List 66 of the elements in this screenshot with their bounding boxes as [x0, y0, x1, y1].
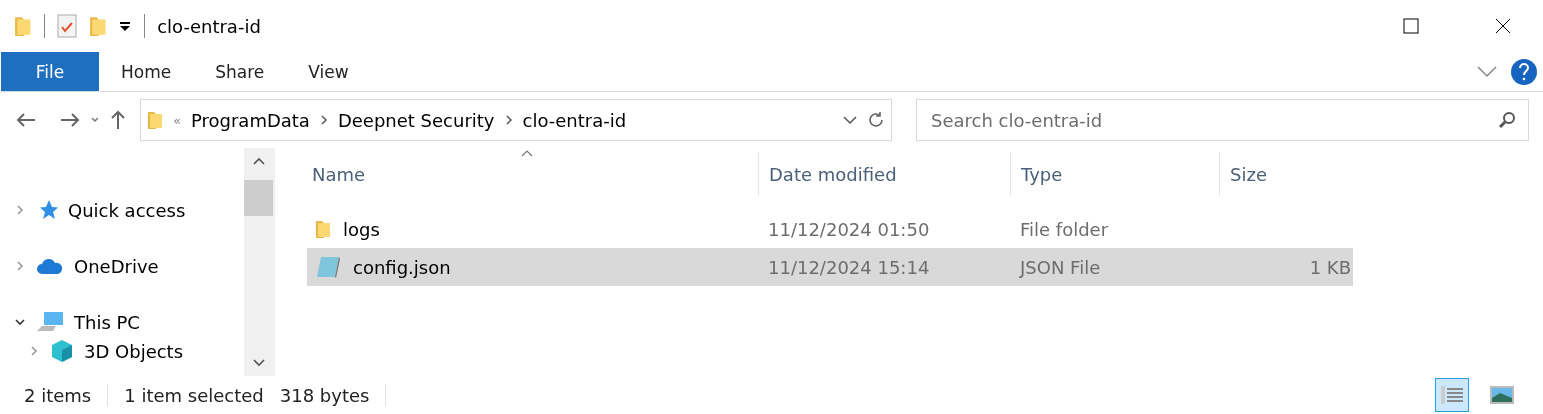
overflow-indicator[interactable]: «: [173, 112, 181, 128]
nav-item[interactable]: OneDrive: [74, 255, 159, 277]
scroll-down-icon[interactable]: [252, 358, 266, 368]
file-detail: 1 KB: [1309, 256, 1351, 278]
column-header[interactable]: Size: [1219, 152, 1359, 196]
nav-item[interactable]: This PC: [74, 311, 140, 333]
collapse-chevron-icon[interactable]: [14, 316, 26, 328]
file-detail: JSON File: [1020, 256, 1101, 278]
scroll-thumb[interactable]: [244, 180, 273, 216]
back-icon[interactable]: [16, 112, 36, 128]
breadcrumb-chevron-icon[interactable]: [504, 114, 513, 126]
column-header[interactable]: Name: [307, 152, 758, 196]
ribbon-tab[interactable]: Share: [193, 52, 287, 91]
file-detail: File folder: [1020, 218, 1109, 240]
breadcrumb[interactable]: ProgramData: [190, 109, 310, 131]
search-box[interactable]: Search clo-entra-id: [916, 99, 1529, 141]
item-count: 2 items: [24, 384, 92, 406]
search-field[interactable]: Search clo-entra-id: [929, 108, 1498, 132]
column-header[interactable]: Date modified: [758, 152, 1010, 196]
file-detail: 11/12/2024 01:50: [768, 218, 930, 240]
search-icon: [1498, 111, 1516, 129]
maximize-icon: [1403, 18, 1419, 34]
dropdown-icon[interactable]: [118, 20, 133, 32]
nav-item[interactable]: Quick access: [68, 199, 186, 221]
up-icon[interactable]: [110, 110, 126, 130]
folder-icon: [88, 15, 107, 37]
scrollbar[interactable]: [244, 148, 274, 376]
refresh-icon[interactable]: [867, 111, 885, 129]
ribbon-tab[interactable]: Home: [99, 52, 194, 91]
folder-icon: [147, 110, 163, 130]
file-row[interactable]: logs 11/12/2024 01:50 File folder: [307, 210, 1353, 248]
scroll-up-icon[interactable]: [252, 156, 266, 166]
landscape-thumbnail-icon: [1490, 386, 1514, 404]
ribbon-tab[interactable]: File: [1, 52, 99, 91]
expand-ribbon-icon[interactable]: [1477, 65, 1497, 78]
column-header[interactable]: Type: [1010, 152, 1219, 196]
file-row[interactable]: config.json 11/12/2024 15:14 JSON File 1 KB: [307, 248, 1353, 286]
close-icon: [1495, 18, 1511, 34]
selection-info: 1 item selected: [124, 384, 264, 406]
address-dropdown-icon[interactable]: [843, 115, 857, 125]
notepad-icon: [315, 256, 341, 278]
forward-icon[interactable]: [60, 112, 80, 128]
computer-icon: [36, 311, 64, 333]
details-view-icon: [1440, 384, 1464, 406]
window-title: clo-entra-id: [157, 15, 262, 37]
folder-icon: [14, 15, 32, 37]
nav-item[interactable]: 3D Objects: [84, 340, 184, 362]
cube-icon: [50, 339, 74, 363]
breadcrumb-chevron-icon[interactable]: [319, 114, 328, 126]
expand-chevron-icon[interactable]: [14, 204, 26, 216]
breadcrumb[interactable]: Deepnet Security: [337, 109, 495, 131]
cloud-icon: [36, 257, 64, 275]
help-icon[interactable]: [1511, 58, 1537, 85]
file-name: logs: [343, 218, 380, 240]
recent-locations-icon[interactable]: [90, 116, 100, 124]
selection-size: 318 bytes: [279, 384, 370, 406]
ribbon-tab[interactable]: View: [286, 52, 371, 91]
breadcrumb[interactable]: clo-entra-id: [522, 109, 627, 131]
expand-chevron-icon[interactable]: [14, 260, 26, 272]
folder-icon: [315, 219, 331, 239]
sort-ascending-icon: [521, 150, 533, 157]
view-button[interactable]: [1435, 378, 1469, 412]
file-name: config.json: [353, 256, 451, 278]
checklist-icon[interactable]: [56, 14, 77, 38]
file-detail: 11/12/2024 15:14: [768, 256, 930, 278]
expand-chevron-icon[interactable]: [28, 345, 40, 357]
